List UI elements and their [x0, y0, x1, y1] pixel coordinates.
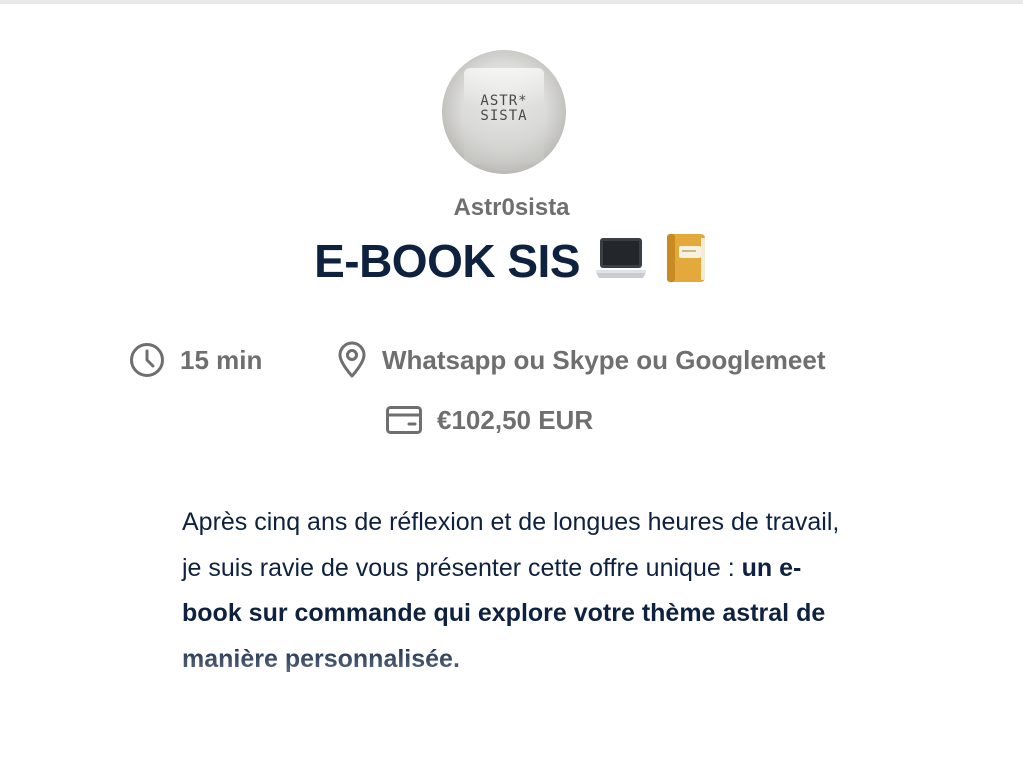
location-pin-icon	[336, 341, 368, 379]
card-icon	[385, 404, 423, 436]
event-title-row: E-BOOK SIS	[0, 232, 1023, 289]
clock-icon	[128, 341, 166, 379]
price-text: €102,50 EUR	[437, 404, 594, 435]
booking-page: ASTR* SISTA Astr0sista E-BOOK SIS 15 min…	[0, 0, 1023, 761]
notebook-emoji-icon	[663, 232, 709, 289]
duration-info: 15 min	[128, 340, 262, 380]
avatar-logo-text: ASTR* SISTA	[480, 93, 528, 124]
avatar: ASTR* SISTA	[442, 50, 566, 174]
laptop-emoji-icon	[594, 234, 648, 287]
location-text: Whatsapp ou Skype ou Googlemeet	[382, 344, 826, 375]
top-divider	[0, 0, 1023, 4]
event-title: E-BOOK SIS	[314, 234, 581, 287]
event-description: Après cinq ans de réflexion et de longue…	[182, 500, 842, 682]
duration-text: 15 min	[180, 344, 263, 375]
location-info: Whatsapp ou Skype ou Googlemeet	[336, 340, 826, 380]
author-name: Astr0sista	[453, 194, 570, 221]
price-info: €102,50 EUR	[385, 400, 593, 440]
